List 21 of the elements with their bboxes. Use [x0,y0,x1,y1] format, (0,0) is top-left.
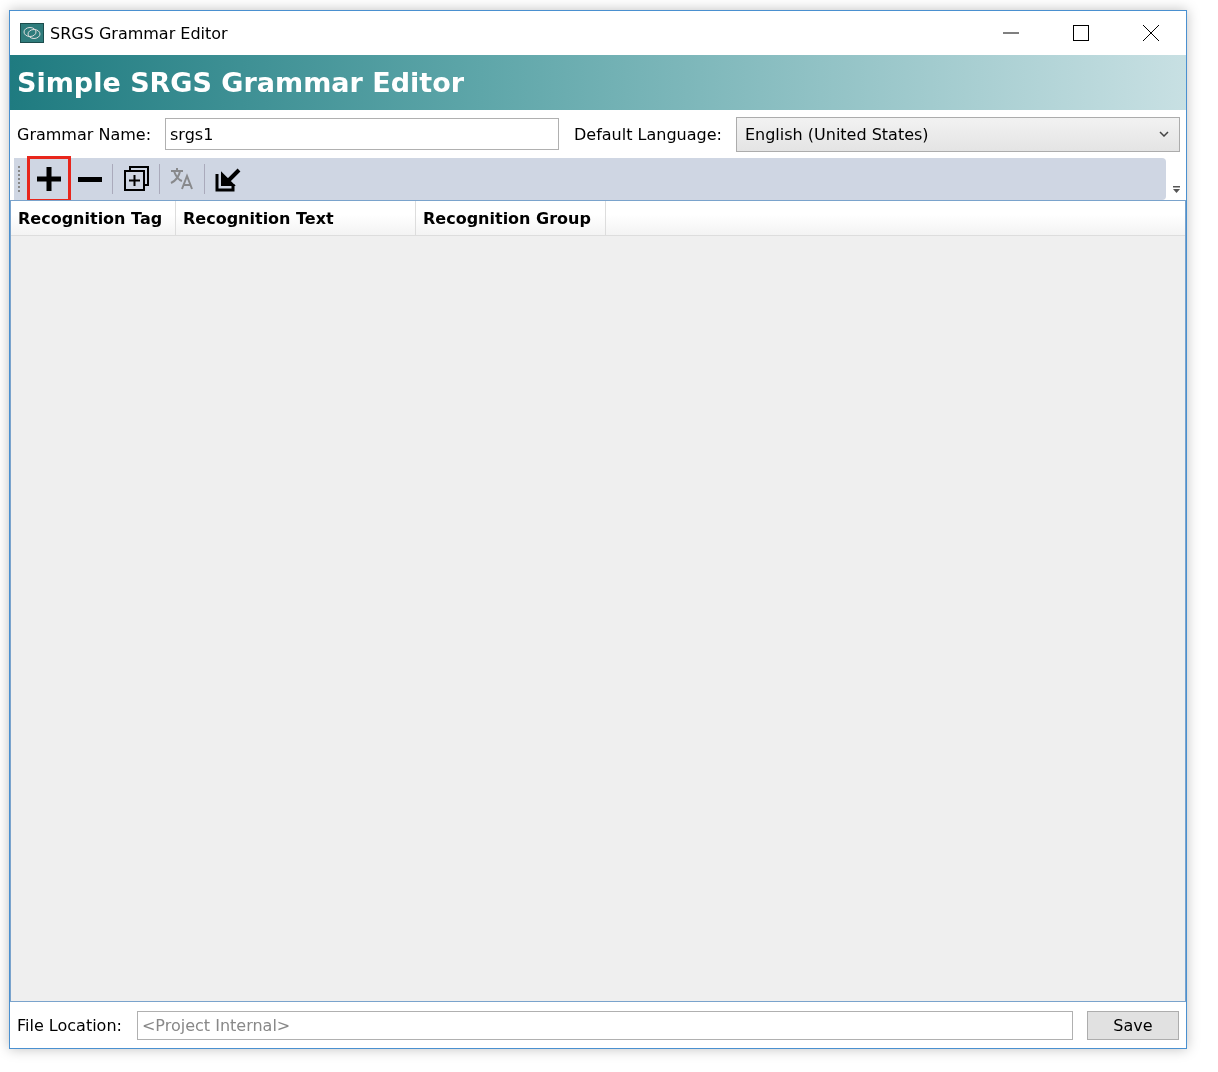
column-header[interactable]: Recognition Tag [11,201,176,235]
file-location-label: File Location: [17,1015,122,1035]
minus-icon [78,176,102,182]
chevron-down-icon [1159,131,1169,137]
file-location-field[interactable]: <Project Internal> [136,1010,1073,1040]
duplicate-icon [122,165,150,193]
maximize-icon[interactable] [1073,25,1089,41]
banner-title: Simple SRGS Grammar Editor [17,67,465,98]
column-header[interactable]: Recognition Text [176,201,416,235]
app-icon [20,23,44,43]
column-header[interactable]: Recognition Group [416,201,606,235]
save-button[interactable]: Save [1087,1010,1179,1040]
language-dropdown[interactable]: English (United States) [735,116,1180,152]
grip-icon [18,165,21,193]
grammar-name-field[interactable]: srgs1 [165,118,559,150]
close-icon[interactable] [1143,25,1159,41]
plus-icon [35,165,63,193]
overflow-icon[interactable] [1172,186,1181,194]
window-title: SRGS Grammar Editor [50,23,228,43]
default-language-label: Default Language: [574,124,722,144]
grammar-name-label: Grammar Name: [17,124,151,144]
